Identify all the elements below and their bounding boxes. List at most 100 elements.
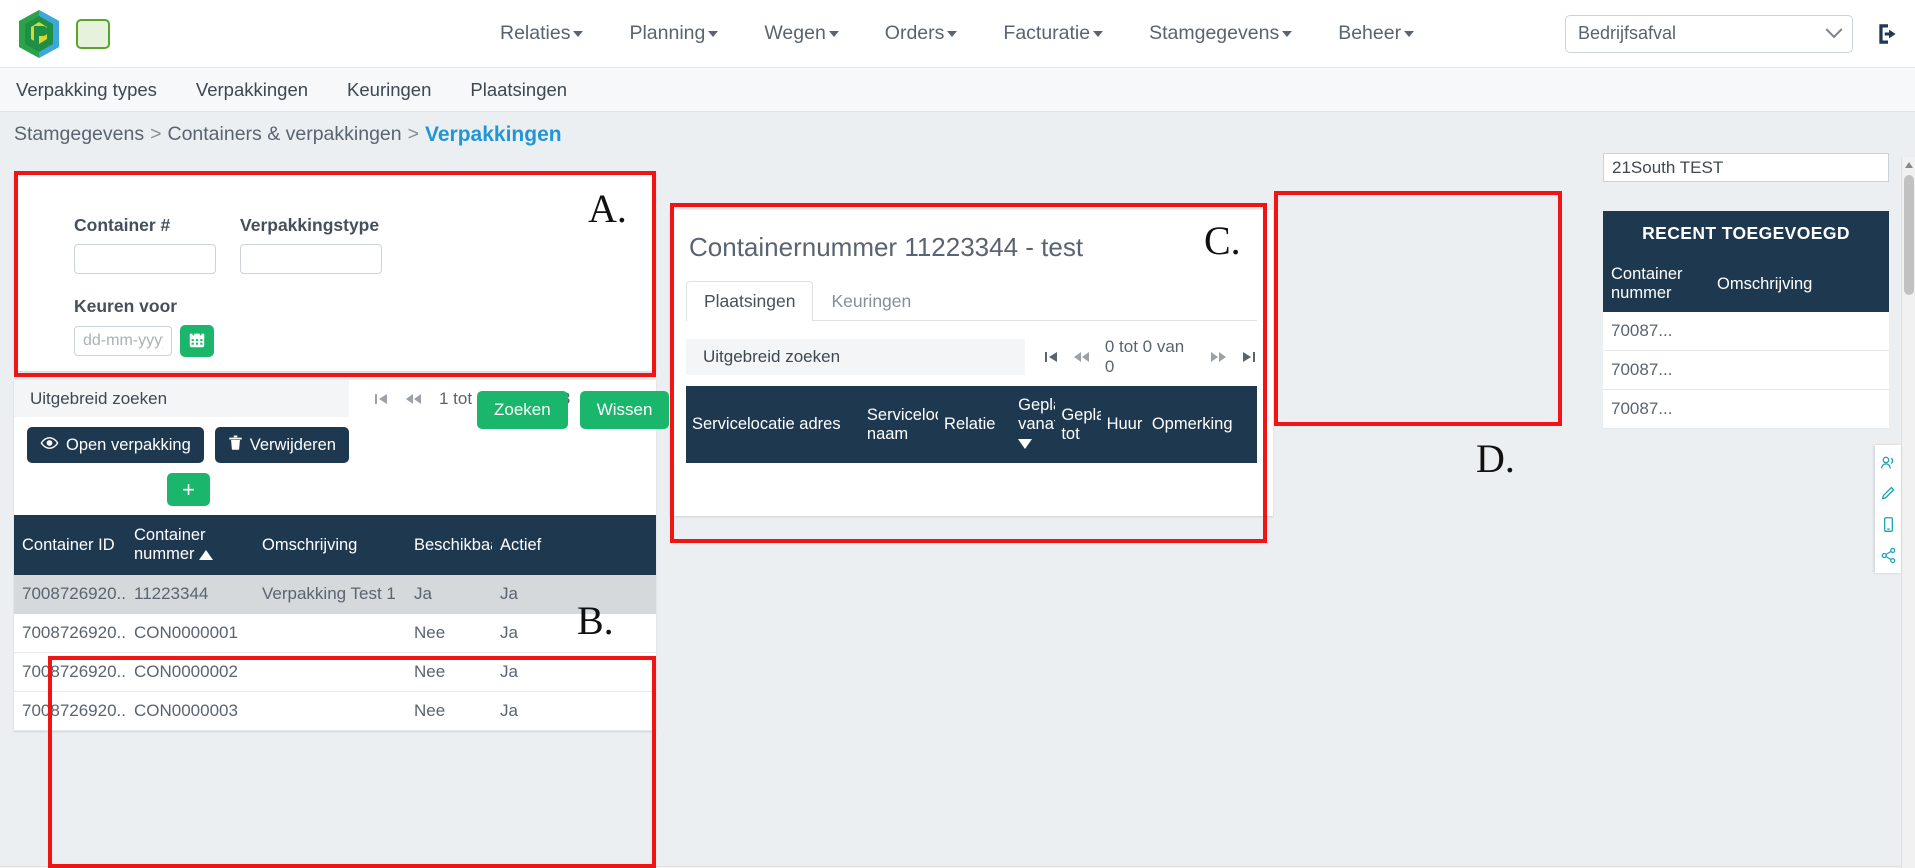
breadcrumb-item-stamgegevens[interactable]: Stamgegevens	[14, 123, 144, 146]
column-header-servicelocatie-adres[interactable]: Servicelocatie adres	[686, 386, 861, 463]
column-label: Container nummer	[1611, 265, 1683, 302]
tab-plaatsingen[interactable]: Plaatsingen	[686, 281, 814, 321]
column-header-container-nummer[interactable]: Container nummer	[126, 515, 254, 575]
menu-item-label: Beheer	[1338, 22, 1402, 44]
chevron-down-icon	[828, 31, 839, 37]
subnav-item-verpakking-types[interactable]: Verpakking types	[16, 79, 157, 101]
column-header-beschikbaar[interactable]: Beschikbaar	[406, 515, 492, 575]
table-row[interactable]: 7008726920... CON0000002 Nee Ja	[14, 652, 656, 692]
scroll-up-icon[interactable]	[1905, 162, 1913, 168]
subnav-item-plaatsingen[interactable]: Plaatsingen	[470, 79, 567, 101]
keuren-voor-input[interactable]	[74, 326, 172, 356]
table-header-row: Container nummer Omschrijving	[1603, 256, 1889, 312]
add-button[interactable]: +	[167, 473, 210, 506]
container-number-input[interactable]	[74, 244, 216, 274]
packaging-type-label: Verpakkingstype	[240, 215, 380, 235]
cell-beschikbaar: Nee	[406, 691, 492, 731]
search-panel: Container # Verpakkingstype Keuren voor	[14, 171, 670, 429]
pencil-icon[interactable]	[1880, 485, 1897, 502]
previous-page-icon[interactable]	[405, 391, 423, 407]
app-logo[interactable]	[16, 8, 62, 60]
cell-container-id: 7008726920...	[14, 691, 126, 731]
subnav-item-verpakkingen[interactable]: Verpakkingen	[196, 79, 308, 101]
column-header-relatie[interactable]: Relatie	[938, 386, 1013, 463]
column-header-servicelocatie-naam[interactable]: Servicelocatie naam	[860, 386, 939, 463]
contacts-icon[interactable]	[1880, 454, 1897, 471]
delete-button[interactable]: Verwijderen	[214, 427, 349, 463]
menu-item-facturatie[interactable]: Facturatie	[1003, 22, 1104, 45]
column-header-geplaatst-tot[interactable]: Geplaatst tot	[1055, 386, 1101, 463]
cell-beschikbaar: Nee	[406, 613, 492, 653]
breadcrumb-separator: >	[407, 123, 420, 145]
menu-item-relaties[interactable]: Relaties	[500, 22, 584, 45]
share-icon[interactable]	[1880, 547, 1897, 564]
column-header-container-id[interactable]: Container ID	[14, 515, 126, 575]
first-page-icon[interactable]	[373, 391, 389, 407]
keuren-voor-label: Keuren voor	[74, 296, 178, 316]
first-page-icon[interactable]	[1043, 349, 1059, 365]
mobile-icon[interactable]	[1880, 516, 1897, 533]
detail-advanced-search-toggle[interactable]: Uitgebreid zoeken	[686, 339, 1025, 375]
calendar-icon	[188, 331, 206, 352]
table-row[interactable]: 7008726920... 11223344 Verpakking Test 1…	[14, 575, 656, 614]
advanced-search-toggle[interactable]: Uitgebreid zoeken	[14, 380, 349, 417]
right-column: 21South TEST RECENT TOEGEVOEGD Container…	[1603, 153, 1889, 429]
vertical-scrollbar-thumb[interactable]	[1904, 175, 1914, 295]
cell-beschikbaar: Ja	[406, 575, 492, 614]
list-item[interactable]: 70087...	[1603, 389, 1889, 429]
menu-item-planning[interactable]: Planning	[629, 22, 719, 45]
recent-grid-header: Container nummer Omschrijving	[1603, 256, 1889, 312]
cell-omschrijving	[1709, 389, 1889, 429]
column-header-container-nummer[interactable]: Container nummer	[1603, 256, 1709, 312]
plus-icon: +	[182, 476, 195, 502]
column-label: Servicelocatie adres	[692, 415, 841, 433]
menu-item-orders[interactable]: Orders	[885, 22, 958, 45]
open-package-button[interactable]: Open verpakking	[27, 427, 204, 463]
annotation-label-d: D.	[1476, 436, 1515, 481]
cell-container-id: 7008726920...	[14, 613, 126, 653]
brand[interactable]	[16, 8, 110, 60]
annotation-label-a: A.	[588, 186, 627, 231]
packaging-type-input[interactable]	[240, 244, 382, 274]
breadcrumb-separator: >	[150, 123, 162, 145]
breadcrumb-item-containers-verpakkingen[interactable]: Containers & verpakkingen	[167, 123, 401, 146]
cell-actief: Ja	[492, 691, 656, 731]
table-row[interactable]: 7008726920... CON0000003 Nee Ja	[14, 691, 656, 731]
vertical-scrollbar[interactable]	[1901, 157, 1915, 868]
list-item[interactable]: 70087...	[1603, 350, 1889, 390]
trash-icon	[228, 435, 243, 456]
column-header-omschrijving[interactable]: Omschrijving	[254, 515, 406, 575]
next-page-icon[interactable]	[1209, 349, 1227, 365]
menu-item-wegen[interactable]: Wegen	[764, 22, 839, 45]
delete-label: Verwijderen	[249, 435, 336, 454]
column-header-geplaatst-vanaf[interactable]: Geplaatst vanaf	[1012, 386, 1056, 463]
keuren-voor-field-group: Keuren voor	[74, 296, 656, 357]
breadcrumb: Stamgegevens > Containers & verpakkingen…	[0, 112, 1915, 157]
main-menu: Relaties Planning Wegen Orders Facturati…	[500, 22, 1415, 45]
left-column: Container # Verpakkingstype Keuren voor	[14, 171, 670, 731]
recent-added-grid: Container nummer Omschrijving 70087... 7…	[1603, 256, 1889, 429]
search-button[interactable]: Zoeken	[477, 391, 568, 429]
clear-button[interactable]: Wissen	[579, 391, 670, 429]
cell-container-id: 7008726920...	[14, 652, 126, 692]
placements-grid-header: Servicelocatie adres Servicelocatie naam…	[686, 386, 1257, 463]
previous-page-icon[interactable]	[1073, 349, 1091, 365]
company-select[interactable]: Bedrijfsafval	[1565, 14, 1853, 53]
tab-keuringen[interactable]: Keuringen	[813, 281, 929, 321]
chevron-down-icon	[1825, 20, 1843, 38]
subnav-item-keuringen[interactable]: Keuringen	[347, 79, 431, 101]
column-header-omschrijving[interactable]: Omschrijving	[1709, 256, 1889, 312]
column-header-opmerking[interactable]: Opmerking	[1145, 386, 1257, 463]
column-header-huur[interactable]: Huur	[1100, 386, 1146, 463]
breadcrumb-item-current: Verpakkingen	[425, 122, 562, 146]
menu-item-beheer[interactable]: Beheer	[1338, 22, 1415, 45]
menu-item-stamgegevens[interactable]: Stamgegevens	[1149, 22, 1293, 45]
table-row[interactable]: 7008726920... CON0000001 Nee Ja	[14, 613, 656, 653]
column-header-actief[interactable]: Actief	[492, 515, 656, 575]
tenant-name-input[interactable]: 21South TEST	[1603, 153, 1889, 182]
packaging-grid-card: Container ID Container nummer Omschrijvi…	[14, 515, 656, 731]
calendar-picker-button[interactable]	[180, 325, 214, 357]
last-page-icon[interactable]	[1241, 349, 1257, 365]
list-item[interactable]: 70087...	[1603, 312, 1889, 351]
logout-icon[interactable]	[1875, 21, 1901, 47]
